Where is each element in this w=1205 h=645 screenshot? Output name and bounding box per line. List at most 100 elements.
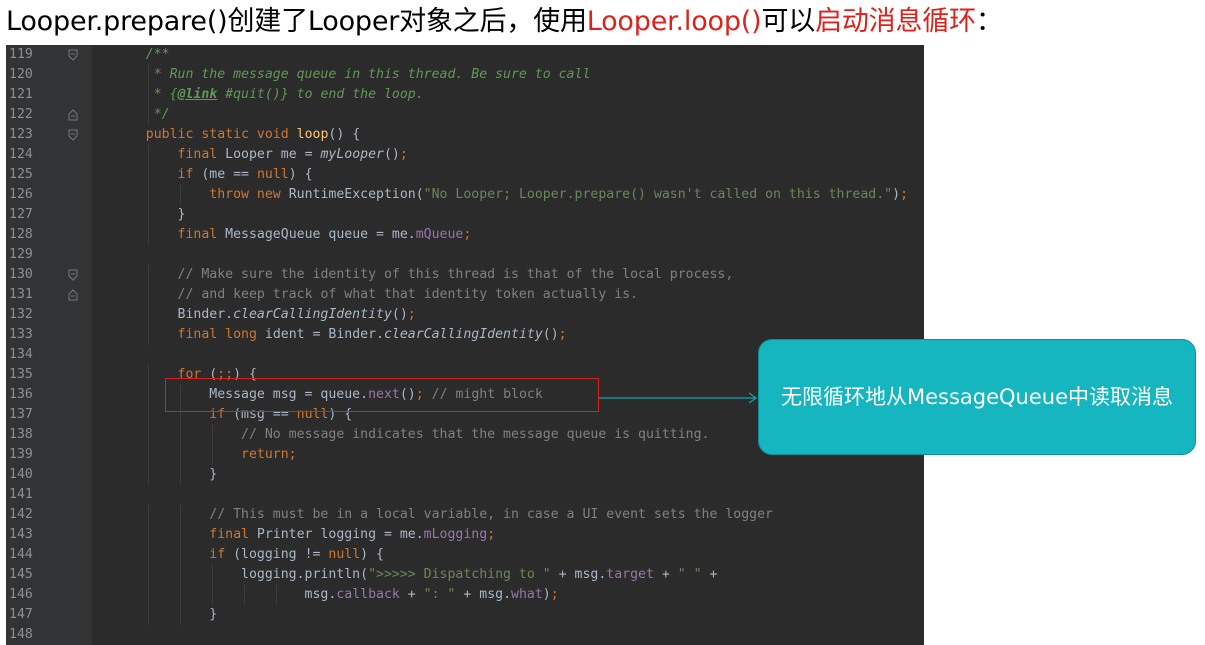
code-token: ": "	[423, 587, 456, 602]
code-token: ident = Binder.	[264, 327, 384, 342]
heading-text-2: 可以	[761, 6, 816, 37]
code-text: if (me == null) {	[114, 165, 313, 185]
line-number: 132	[9, 307, 33, 322]
fold-marker-icon[interactable]	[68, 269, 78, 281]
highlight-box-next-call	[165, 378, 599, 412]
code-token: logging.println(	[114, 567, 369, 582]
code-token: clearCallingIdentity	[383, 327, 543, 342]
code-token: myLooper	[320, 147, 384, 162]
line-number: 129	[9, 247, 33, 262]
code-line: 124 final Looper me = myLooper();	[6, 145, 924, 165]
code-token: clearCallingIdentity	[233, 307, 392, 322]
fold-marker-icon[interactable]	[68, 129, 78, 141]
code-token: return;	[241, 447, 297, 462]
line-number: 119	[9, 47, 33, 62]
code-token: final	[209, 527, 257, 542]
code-text: }	[114, 205, 186, 225]
code-text: throw new RuntimeException("No Looper; L…	[114, 185, 908, 205]
fold-marker-icon[interactable]	[68, 109, 78, 121]
line-number: 142	[9, 507, 33, 522]
code-token: Printer logging = me.	[256, 527, 424, 542]
code-token: ;	[900, 187, 909, 202]
code-line: 121 * {@link #quit()} to end the loop.	[6, 85, 924, 105]
code-token: ;	[399, 147, 408, 162]
line-number: 125	[9, 167, 33, 182]
line-number: 134	[9, 347, 33, 362]
code-line: 130 // Make sure the identity of this th…	[6, 265, 924, 285]
code-token: + msg.	[455, 587, 512, 602]
code-token: * Run the message queue in this thread. …	[153, 67, 591, 82]
code-text: if (logging != null) {	[114, 545, 384, 565]
code-token: RuntimeException(	[288, 187, 424, 202]
code-text: return;	[114, 445, 297, 465]
code-token: final	[177, 227, 226, 242]
code-text: logging.println(">>>>> Dispatching to " …	[114, 565, 717, 585]
line-number: 141	[9, 487, 33, 502]
code-line: 123 public static void loop() {	[6, 125, 924, 145]
code-token: ;	[487, 527, 496, 542]
code-text: * {@link #quit()} to end the loop.	[114, 85, 424, 105]
code-text: // Make sure the identity of this thread…	[114, 265, 734, 285]
code-token: final long	[177, 327, 265, 342]
code-token: +	[701, 567, 718, 582]
code-line: 140 }	[6, 465, 924, 485]
code-text: final Looper me = myLooper();	[114, 145, 408, 165]
heading-colon: ：	[975, 6, 1003, 37]
code-token: Binder.	[114, 307, 234, 322]
line-number: 140	[9, 467, 33, 482]
code-token: // No message indicates that the message…	[241, 427, 710, 442]
line-number: 130	[9, 267, 33, 282]
line-number: 122	[9, 107, 33, 122]
code-text: final Printer logging = me.mLogging;	[114, 525, 495, 545]
code-token: target	[606, 567, 654, 582]
code-line: 120 * Run the message queue in this thre…	[6, 65, 924, 85]
code-line: 127 }	[6, 205, 924, 225]
code-token: null	[328, 547, 361, 562]
code-token: }	[114, 607, 218, 622]
code-line: 128 final MessageQueue queue = me.mQueue…	[6, 225, 924, 245]
heading-loop-method: Looper.loop()	[586, 6, 762, 37]
code-token: (me ==	[201, 167, 257, 182]
line-number: 146	[9, 587, 33, 602]
code-token: @link	[177, 87, 218, 102]
code-token: +	[399, 587, 424, 602]
line-number: 148	[9, 627, 33, 642]
code-line: 132 Binder.clearCallingIdentity();	[6, 305, 924, 325]
code-token: ;	[463, 227, 472, 242]
callout-text: 无限循环地从MessageQueue中读取消息	[780, 385, 1174, 409]
code-line: 142 // This must be in a local variable,…	[6, 505, 924, 525]
code-text: // and keep track of what that identity …	[114, 285, 639, 305]
code-token: (logging !=	[233, 547, 329, 562]
code-token: mQueue	[415, 227, 464, 242]
code-text: /**	[114, 45, 170, 65]
code-token: * {	[153, 87, 178, 102]
code-line: 126 throw new RuntimeException("No Loope…	[6, 185, 924, 205]
code-token: msg.	[114, 587, 337, 602]
fold-marker-icon[interactable]	[68, 289, 78, 301]
code-token: ()	[391, 307, 408, 322]
code-token: ;	[550, 587, 559, 602]
line-number: 145	[9, 567, 33, 582]
code-token: " "	[677, 567, 702, 582]
code-token: }	[114, 467, 218, 482]
heading-start-loop: 启动消息循环	[815, 6, 976, 37]
fold-marker-icon[interactable]	[68, 49, 78, 61]
code-token: final	[177, 147, 226, 162]
code-token: ()	[542, 327, 559, 342]
code-token: // Make sure the identity of this thread…	[177, 267, 734, 282]
line-number: 136	[9, 387, 33, 402]
code-line: 148	[6, 625, 924, 645]
line-number: 144	[9, 547, 33, 562]
line-number: 139	[9, 447, 33, 462]
code-token: )	[542, 587, 551, 602]
